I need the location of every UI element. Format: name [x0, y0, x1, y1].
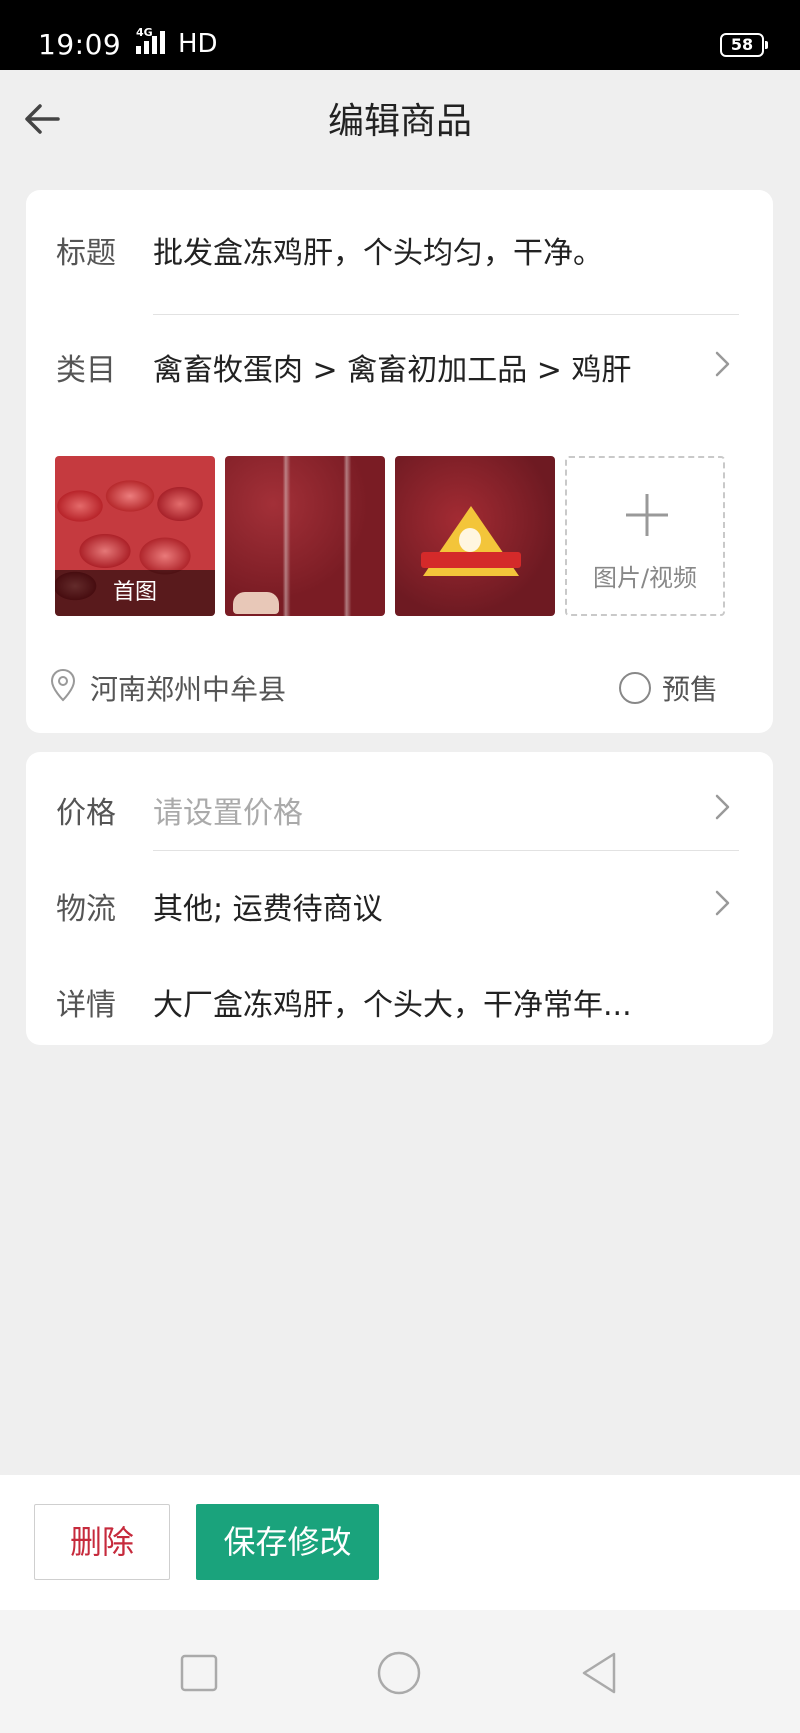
triangle-back-icon: [582, 1652, 616, 1694]
detail-value: 大厂盒冻鸡肝，个头大，干净常年...: [153, 988, 632, 1023]
add-media-label: 图片/视频: [592, 564, 698, 592]
category-value: 禽畜牧蛋肉 > 禽畜初加工品 > 鸡肝: [153, 353, 632, 388]
add-media-button[interactable]: 图片/视频: [565, 456, 725, 616]
price-input[interactable]: 请设置价格: [153, 788, 303, 832]
product-image-2[interactable]: [225, 456, 385, 616]
chevron-right-icon: [715, 351, 730, 377]
presale-radio[interactable]: [619, 672, 651, 704]
media-gallery: 首图 图片/视频: [55, 456, 755, 616]
logistics-value: 其他; 运费待商议: [153, 892, 383, 927]
presale-label[interactable]: 预售: [662, 668, 718, 708]
battery-level: 58: [730, 35, 754, 54]
plus-icon: [626, 494, 668, 536]
cover-caption: 首图: [55, 570, 215, 616]
battery-icon: 58: [720, 33, 768, 57]
price-label: 价格: [56, 796, 116, 831]
home-button[interactable]: [374, 1648, 424, 1698]
product-image-cover[interactable]: 首图: [55, 456, 215, 616]
detail-row[interactable]: 详情 大厂盒冻鸡肝，个头大，干净常年...: [26, 966, 773, 1026]
detail-label: 详情: [56, 988, 116, 1023]
delete-button[interactable]: 删除: [34, 1504, 170, 1580]
title-row[interactable]: 标题 批发盒冻鸡肝，个头均匀，干净。: [26, 214, 773, 274]
product-image-3[interactable]: [395, 456, 555, 616]
nav-bar: 编辑商品: [0, 70, 800, 170]
back-nav-button[interactable]: [574, 1648, 624, 1698]
signal-icon: 4G: [132, 26, 176, 56]
category-row[interactable]: 类目 禽畜牧蛋肉 > 禽畜初加工品 > 鸡肝: [26, 331, 773, 391]
circle-icon: [377, 1651, 421, 1695]
price-row[interactable]: 价格 请设置价格: [26, 774, 773, 834]
network-type: 4G: [136, 26, 153, 39]
status-bar: 19:09 4G HD 58: [0, 0, 800, 70]
page-title: 编辑商品: [327, 101, 472, 142]
chevron-right-icon: [715, 794, 730, 820]
save-button[interactable]: 保存修改: [196, 1504, 379, 1580]
product-info-card: 标题 批发盒冻鸡肝，个头均匀，干净。 类目 禽畜牧蛋肉 > 禽畜初加工品 > 鸡…: [26, 190, 773, 733]
chevron-right-icon: [715, 890, 730, 916]
category-label: 类目: [56, 353, 116, 388]
recent-apps-button[interactable]: [174, 1648, 224, 1698]
logistics-row[interactable]: 物流 其他; 运费待商议: [26, 870, 773, 930]
square-icon: [180, 1654, 218, 1692]
hd-indicator: HD: [178, 29, 218, 59]
title-label: 标题: [56, 236, 116, 271]
system-nav-bar: [0, 1610, 800, 1733]
sales-info-card: 价格 请设置价格 物流 其他; 运费待商议 详情 大厂盒冻鸡肝，个头大，干净常年…: [26, 752, 773, 1045]
title-input[interactable]: 批发盒冻鸡肝，个头均匀，干净。: [153, 228, 603, 272]
divider: [153, 850, 739, 851]
location-pin-icon: [50, 668, 76, 702]
divider: [153, 314, 739, 315]
logistics-label: 物流: [56, 892, 116, 927]
status-time: 19:09: [38, 28, 122, 61]
location-text[interactable]: 河南郑州中牟县: [90, 668, 286, 708]
action-bar: 删除 保存修改: [0, 1475, 800, 1610]
